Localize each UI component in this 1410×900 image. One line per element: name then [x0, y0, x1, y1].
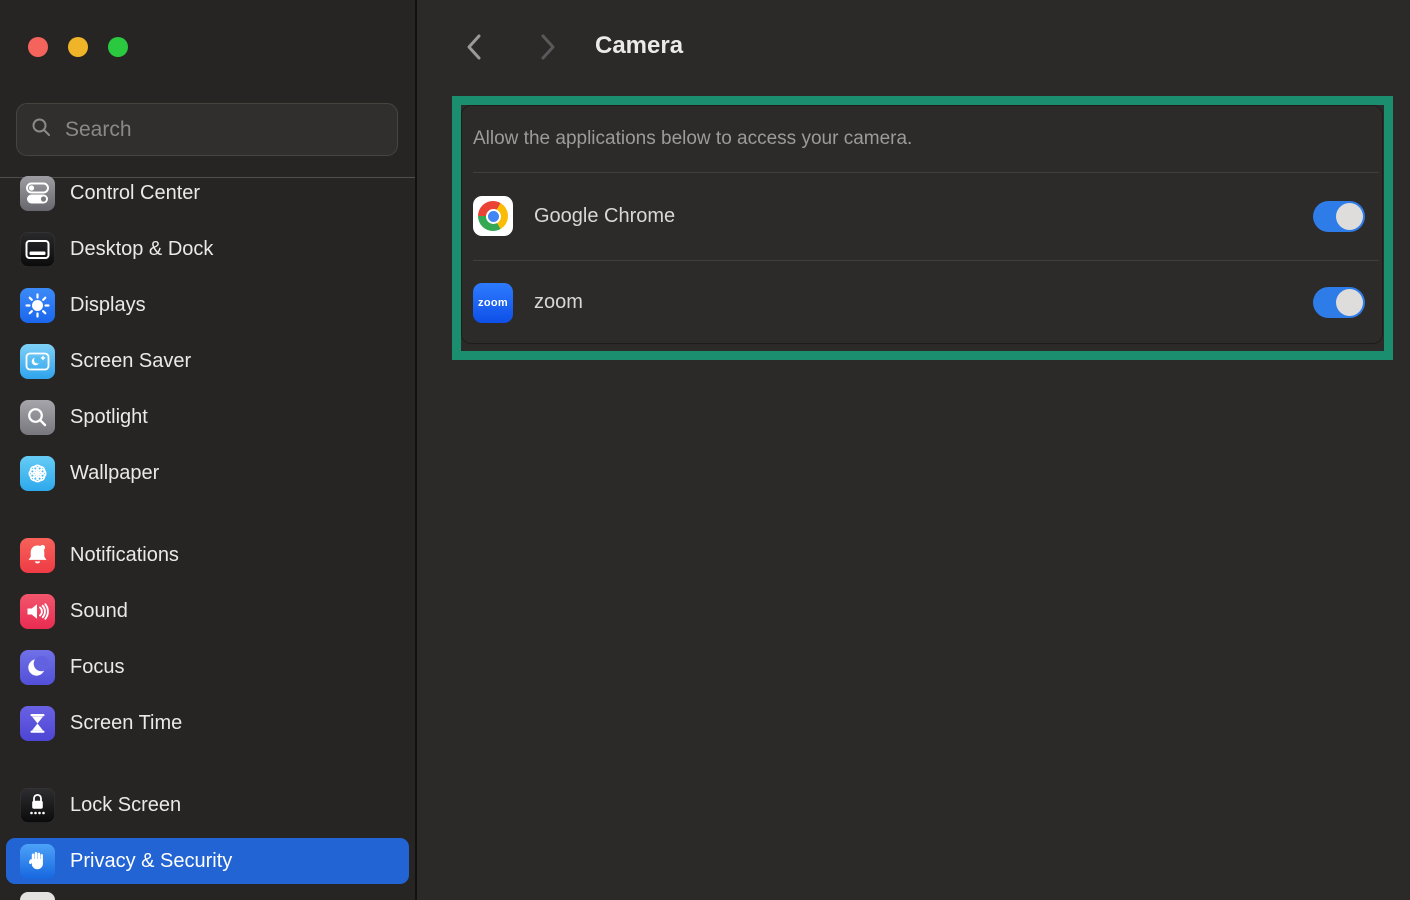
sidebar-item-focus[interactable]: Focus: [6, 644, 409, 690]
permission-caption: Allow the applications below to access y…: [473, 128, 912, 150]
highlight-annotation: Allow the applications below to access y…: [452, 96, 1393, 360]
sidebar-nav: Control Center Desktop & Dock Displays S…: [0, 170, 415, 884]
app-row-google-chrome: Google Chrome: [462, 172, 1384, 260]
zoom-icon-label: zoom: [478, 297, 508, 309]
window-controls: [28, 37, 128, 57]
wallpaper-icon: [20, 456, 55, 491]
partially-visible-sidebar-icon: [20, 892, 55, 900]
sidebar-item-label: Spotlight: [70, 406, 148, 429]
sidebar-item-label: Sound: [70, 600, 128, 623]
sidebar-item-label: Focus: [70, 656, 124, 679]
sidebar-item-label: Control Center: [70, 182, 200, 205]
camera-toggle-zoom[interactable]: [1313, 287, 1365, 318]
sidebar-item-label: Desktop & Dock: [70, 238, 213, 261]
system-settings-window: Control Center Desktop & Dock Displays S…: [0, 0, 1410, 900]
sidebar-item-screen-saver[interactable]: Screen Saver: [6, 338, 409, 384]
minimize-button[interactable]: [68, 37, 88, 57]
toggle-knob: [1336, 289, 1363, 316]
back-button[interactable]: [460, 31, 490, 63]
sidebar-item-displays[interactable]: Displays: [6, 282, 409, 328]
sidebar-item-wallpaper[interactable]: Wallpaper: [6, 450, 409, 496]
screen-saver-icon: [20, 344, 55, 379]
forward-button[interactable]: [532, 31, 562, 63]
app-row-zoom: zoom zoom: [462, 260, 1384, 345]
sidebar-item-label: Lock Screen: [70, 794, 181, 817]
sidebar-item-screen-time[interactable]: Screen Time: [6, 700, 409, 746]
desktop-dock-icon: [20, 232, 55, 267]
app-name: zoom: [534, 291, 583, 314]
main-pane: Camera Allow the applications below to a…: [417, 0, 1410, 900]
sidebar-item-label: Screen Saver: [70, 350, 191, 373]
screen-time-icon: [20, 706, 55, 741]
sidebar-item-privacy-security[interactable]: Privacy & Security: [6, 838, 409, 884]
camera-toggle-google-chrome[interactable]: [1313, 201, 1365, 232]
page-title: Camera: [595, 32, 683, 60]
google-chrome-icon: [473, 196, 513, 236]
app-name: Google Chrome: [534, 205, 675, 228]
sidebar: Control Center Desktop & Dock Displays S…: [0, 0, 417, 900]
permission-caption-row: Allow the applications below to access y…: [473, 106, 1379, 172]
notifications-icon: [20, 538, 55, 573]
zoom-window-button[interactable]: [108, 37, 128, 57]
sidebar-item-label: Displays: [70, 294, 146, 317]
privacy-security-icon: [20, 844, 55, 879]
close-button[interactable]: [28, 37, 48, 57]
spotlight-icon: [20, 400, 55, 435]
sidebar-item-label: Screen Time: [70, 712, 182, 735]
search-input[interactable]: [63, 117, 383, 143]
sidebar-item-notifications[interactable]: Notifications: [6, 532, 409, 578]
camera-permissions-group: Allow the applications below to access y…: [461, 105, 1383, 344]
sidebar-item-sound[interactable]: Sound: [6, 588, 409, 634]
focus-icon: [20, 650, 55, 685]
sidebar-item-control-center[interactable]: Control Center: [6, 170, 409, 216]
sound-icon: [20, 594, 55, 629]
lock-screen-icon: [20, 788, 55, 823]
sidebar-item-label: Notifications: [70, 544, 179, 567]
sidebar-item-spotlight[interactable]: Spotlight: [6, 394, 409, 440]
search-icon: [31, 117, 52, 143]
displays-icon: [20, 288, 55, 323]
sidebar-item-label: Wallpaper: [70, 462, 159, 485]
sidebar-item-lock-screen[interactable]: Lock Screen: [6, 782, 409, 828]
toggle-knob: [1336, 203, 1363, 230]
zoom-app-icon: zoom: [473, 283, 513, 323]
control-center-icon: [20, 176, 55, 211]
search-field[interactable]: [16, 103, 398, 156]
sidebar-item-desktop-dock[interactable]: Desktop & Dock: [6, 226, 409, 272]
sidebar-item-label: Privacy & Security: [70, 850, 232, 873]
